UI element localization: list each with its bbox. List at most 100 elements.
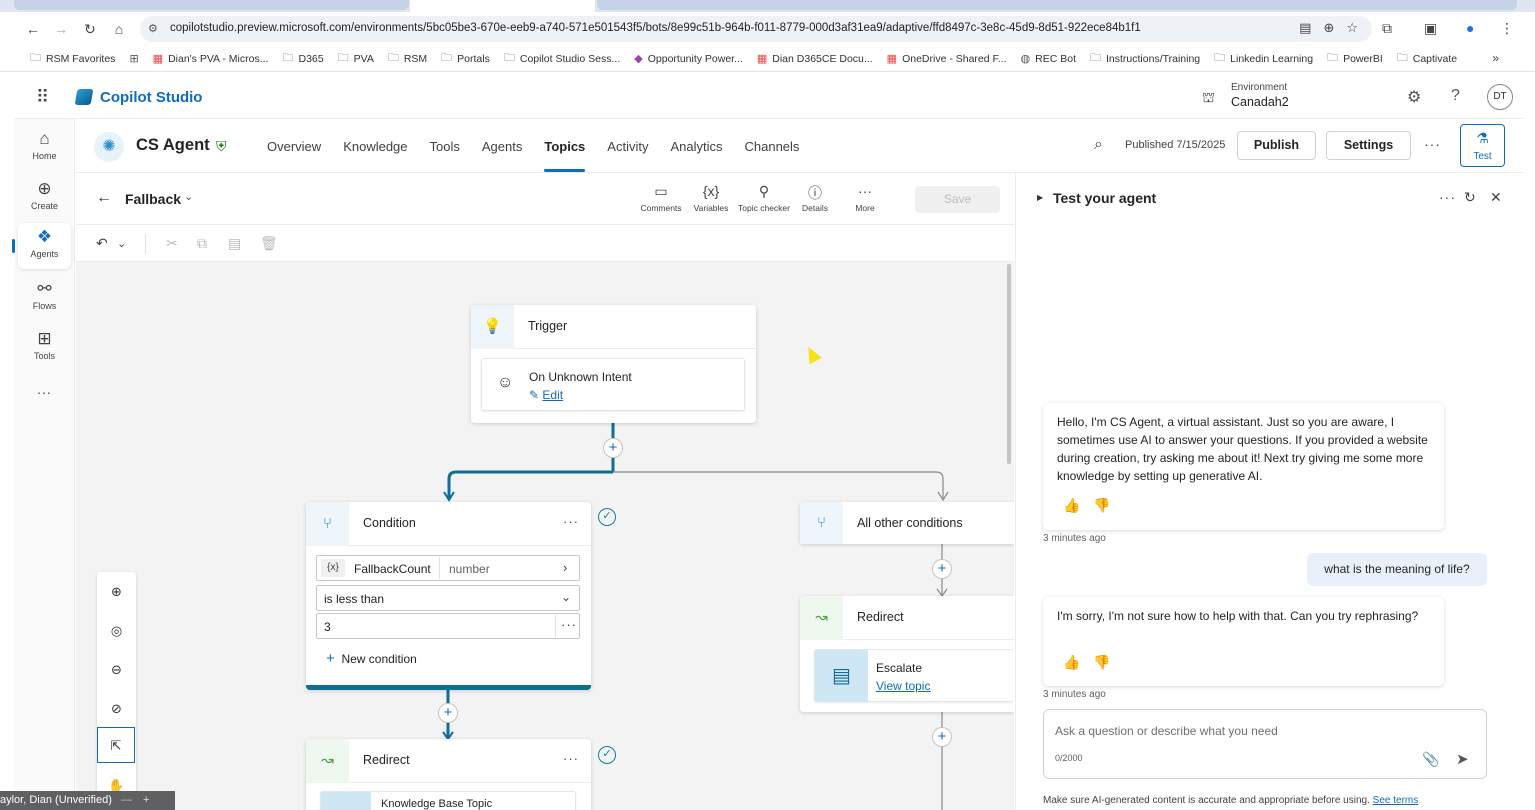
tab-topics[interactable]: Topics xyxy=(533,120,596,173)
back-arrow-icon[interactable]: ← xyxy=(96,189,112,207)
environment-value[interactable]: Canadah2 xyxy=(1231,95,1289,109)
fit-view-icon[interactable]: ◎ xyxy=(97,613,136,649)
more-options-icon[interactable]: ··· xyxy=(1424,136,1441,152)
bookmark[interactable]: 🗀 Portals xyxy=(441,49,490,68)
tab-knowledge[interactable]: Knowledge xyxy=(332,120,418,173)
condition-node[interactable]: ⑂ Condition ··· {x} FallbackCount number… xyxy=(306,502,591,690)
more-dots-icon[interactable]: ··· xyxy=(1439,189,1456,205)
bookmark[interactable]: 🗀 D365 xyxy=(282,49,323,68)
forward-arrow-icon[interactable]: → xyxy=(52,20,70,38)
tab-activity[interactable]: Activity xyxy=(596,120,659,173)
plus-icon[interactable]: + xyxy=(143,794,149,806)
rail-item-create[interactable]: ⊕ Create xyxy=(18,175,71,219)
zoom-out-icon[interactable]: ⊖ xyxy=(97,652,136,688)
settings-button[interactable]: Settings xyxy=(1326,131,1411,160)
thumbs-up-icon[interactable]: 👍 xyxy=(1063,653,1080,671)
copy-icon[interactable]: ⧉ xyxy=(197,235,207,252)
condition-operator-select[interactable]: is less than ⌄ xyxy=(316,585,580,611)
bookmark[interactable]: 🗀 Copilot Studio Sess... xyxy=(504,49,620,68)
bookmark[interactable]: 🗀 Instructions/Training xyxy=(1090,49,1200,68)
reload-icon[interactable]: ↻ xyxy=(81,20,99,38)
back-arrow-icon[interactable]: ← xyxy=(24,20,42,38)
add-node-button[interactable]: + xyxy=(603,438,623,458)
delete-icon[interactable]: 🗑 xyxy=(260,235,278,252)
trigger-node[interactable]: 💡 Trigger ☺ On Unknown Intent ✎ Edit xyxy=(471,305,756,423)
rail-item-home[interactable]: ⌂ Home xyxy=(18,125,71,169)
rail-item-agents[interactable]: ❖ Agents xyxy=(18,223,71,269)
comments-button[interactable]: ▭ Comments xyxy=(639,183,683,213)
profile-icon[interactable]: ● xyxy=(1466,20,1474,36)
zoom-in-icon[interactable]: ⊕ xyxy=(97,574,136,610)
thumbs-down-icon[interactable]: 👎 xyxy=(1093,496,1110,514)
bookmark[interactable]: 🗀 PowerBI xyxy=(1327,49,1383,68)
site-settings-icon[interactable]: ⚙ xyxy=(148,22,158,35)
star-icon[interactable]: ☆ xyxy=(1346,20,1358,36)
see-terms-link[interactable]: See terms xyxy=(1373,795,1419,806)
bookmark[interactable]: ◍ REC Bot xyxy=(1021,52,1076,66)
environment-icon[interactable]: ⛫ xyxy=(1202,89,1215,108)
extensions-icon[interactable]: ⧉ xyxy=(1382,20,1392,37)
rail-item-flows[interactable]: ⚯ Flows xyxy=(18,275,71,319)
thumbs-up-icon[interactable]: 👍 xyxy=(1063,496,1080,514)
brand-title[interactable]: Copilot Studio xyxy=(100,89,202,106)
browser-tab[interactable] xyxy=(14,0,409,10)
details-button[interactable]: ⓘ Details xyxy=(797,183,833,213)
rail-item-tools[interactable]: ⊞ Tools xyxy=(18,325,71,369)
browser-tab[interactable] xyxy=(597,0,1517,10)
paste-icon[interactable]: ▤ xyxy=(228,235,241,252)
condition-variable-field[interactable]: {x} FallbackCount number › xyxy=(316,555,580,581)
redirect-card[interactable]: Knowledge Base Topic xyxy=(320,791,576,810)
more-dots-icon[interactable]: ··· xyxy=(563,751,579,766)
refresh-icon[interactable]: ↻ xyxy=(1464,189,1476,206)
tab-analytics[interactable]: Analytics xyxy=(659,120,733,173)
new-condition-button[interactable]: + New condition xyxy=(326,650,417,667)
chevron-down-icon[interactable]: ⌄ xyxy=(184,190,193,203)
save-button[interactable]: Save xyxy=(915,186,1000,213)
clipboard-icon[interactable]: ▤ xyxy=(1299,20,1311,36)
bookmark[interactable]: 🗀 PVA xyxy=(338,49,374,68)
undo-icon[interactable]: ↶ xyxy=(96,235,108,252)
bookmark[interactable]: ◆ Opportunity Power... xyxy=(634,52,743,66)
more-dots-icon[interactable]: ··· xyxy=(561,617,577,632)
select-pointer-icon[interactable]: ⇱ xyxy=(97,727,135,763)
canvas-scrollbar[interactable] xyxy=(1007,264,1011,464)
zoom-icon[interactable]: ⊕ xyxy=(1323,20,1334,36)
edit-link[interactable]: ✎ Edit xyxy=(529,388,563,402)
bookmark[interactable]: 🗀 Linkedin Learning xyxy=(1214,49,1313,68)
tab-channels[interactable]: Channels xyxy=(734,120,811,173)
more-dots-icon[interactable]: ··· xyxy=(563,514,579,529)
condition-value-input[interactable]: 3 ··· xyxy=(316,613,580,639)
add-node-button[interactable]: + xyxy=(932,559,952,579)
sidebar-icon[interactable]: ▣ xyxy=(1424,20,1437,37)
help-icon[interactable]: ? xyxy=(1451,87,1460,105)
chevron-right-icon[interactable]: › xyxy=(563,560,567,575)
rail-more-button[interactable]: ... xyxy=(18,377,71,401)
redirect-node[interactable]: ↝ Redirect ··· Knowledge Base Topic xyxy=(306,739,591,810)
settings-gear-icon[interactable]: ⚙ xyxy=(1407,87,1421,107)
redirect-node[interactable]: ↝ Redirect ▤ Escalate View topic xyxy=(800,596,1014,712)
test-button[interactable]: ⚗ Test xyxy=(1460,124,1505,167)
trigger-card[interactable]: ☺ On Unknown Intent ✎ Edit xyxy=(481,358,745,411)
authoring-canvas[interactable]: 💡 Trigger ☺ On Unknown Intent ✎ Edit + ⑂… xyxy=(76,262,1014,810)
more-button[interactable]: ··· More xyxy=(848,183,882,213)
redirect-card[interactable]: ▤ Escalate View topic xyxy=(814,649,1014,702)
avatar[interactable]: DT xyxy=(1487,84,1513,110)
bookmark[interactable]: ▦ OneDrive - Shared F... xyxy=(887,52,1007,66)
topic-checker-button[interactable]: ⚲ Topic checker xyxy=(735,183,793,213)
search-icon[interactable]: ⌕ xyxy=(1094,136,1103,154)
add-node-button[interactable]: + xyxy=(932,727,952,747)
minimize-icon[interactable]: — xyxy=(121,794,132,806)
url-field[interactable]: ⚙ copilotstudio.preview.microsoft.com/en… xyxy=(140,16,1372,42)
reset-view-icon[interactable]: ⊘ xyxy=(97,691,136,727)
cut-icon[interactable]: ✂ xyxy=(166,235,178,252)
bookmark[interactable]: ▦ Dian D365CE Docu... xyxy=(757,52,873,66)
tab-tools[interactable]: Tools xyxy=(419,120,471,173)
chat-input[interactable]: Ask a question or describe what you need… xyxy=(1043,709,1487,779)
app-launcher-icon[interactable]: ⠿ xyxy=(36,87,49,108)
thumbs-down-icon[interactable]: 👎 xyxy=(1093,653,1110,671)
bookmark[interactable]: 🗀 Captivate xyxy=(1397,49,1457,68)
browser-tab-active[interactable] xyxy=(410,0,595,12)
bookmark[interactable]: ⊞ xyxy=(129,52,138,65)
close-icon[interactable]: ✕ xyxy=(1490,189,1502,206)
bookmarks-overflow-icon[interactable]: » xyxy=(1492,51,1499,65)
